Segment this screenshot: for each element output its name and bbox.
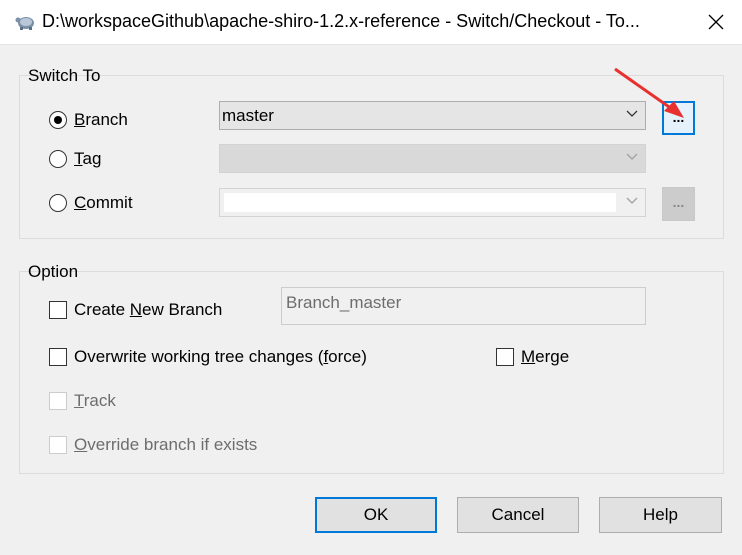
commit-radio[interactable]: Commit: [49, 193, 133, 213]
branch-radio-label: Branch: [74, 110, 128, 129]
merge-checkbox[interactable]: Merge: [496, 347, 569, 367]
option-group-label: Option: [28, 262, 79, 281]
new-branch-name-input[interactable]: Branch_master: [281, 287, 646, 325]
radio-button[interactable]: [49, 150, 67, 168]
radio-button[interactable]: [49, 111, 67, 129]
tag-radio-label: Tag: [74, 149, 102, 168]
commit-combobox[interactable]: [219, 188, 646, 217]
title-bar: D:\workspaceGithub\apache-shiro-1.2.x-re…: [0, 0, 742, 45]
browse-commit-button[interactable]: ...: [662, 187, 695, 221]
annotation-arrow-icon: [614, 67, 684, 118]
merge-label: Merge: [521, 347, 570, 366]
radio-button[interactable]: [49, 194, 67, 212]
track-checkbox[interactable]: Track: [49, 391, 116, 411]
commit-input[interactable]: [224, 193, 616, 212]
checkbox[interactable]: [49, 392, 67, 410]
overwrite-label: Overwrite working tree changes (force): [74, 347, 367, 366]
create-new-branch-label: Create New Branch: [74, 300, 223, 319]
ok-button[interactable]: OK: [315, 497, 437, 533]
close-button[interactable]: [690, 0, 742, 44]
tortoisegit-turtle-icon: [15, 17, 34, 30]
tag-radio[interactable]: Tag: [49, 149, 101, 169]
overwrite-checkbox[interactable]: Overwrite working tree changes (force): [49, 347, 367, 367]
cancel-button[interactable]: Cancel: [457, 497, 579, 533]
checkbox[interactable]: [49, 348, 67, 366]
checkbox[interactable]: [49, 436, 67, 454]
branch-combobox[interactable]: master: [219, 101, 646, 130]
override-branch-checkbox[interactable]: Override branch if exists: [49, 435, 257, 455]
track-label: Track: [74, 391, 116, 410]
tag-combobox[interactable]: [219, 144, 646, 173]
window-title: D:\workspaceGithub\apache-shiro-1.2.x-re…: [42, 11, 640, 31]
branch-combobox-value: master: [222, 106, 274, 125]
chevron-down-icon: [626, 197, 638, 204]
checkbox[interactable]: [49, 301, 67, 319]
help-button[interactable]: Help: [599, 497, 722, 533]
checkbox[interactable]: [496, 348, 514, 366]
override-branch-label: Override branch if exists: [74, 435, 258, 454]
close-icon: [708, 14, 724, 30]
branch-radio[interactable]: Branch: [49, 110, 128, 130]
chevron-down-icon: [626, 153, 638, 160]
create-new-branch-checkbox[interactable]: Create New Branch: [49, 300, 222, 320]
commit-radio-label: Commit: [74, 193, 133, 212]
switch-to-group-label: Switch To: [28, 66, 101, 85]
